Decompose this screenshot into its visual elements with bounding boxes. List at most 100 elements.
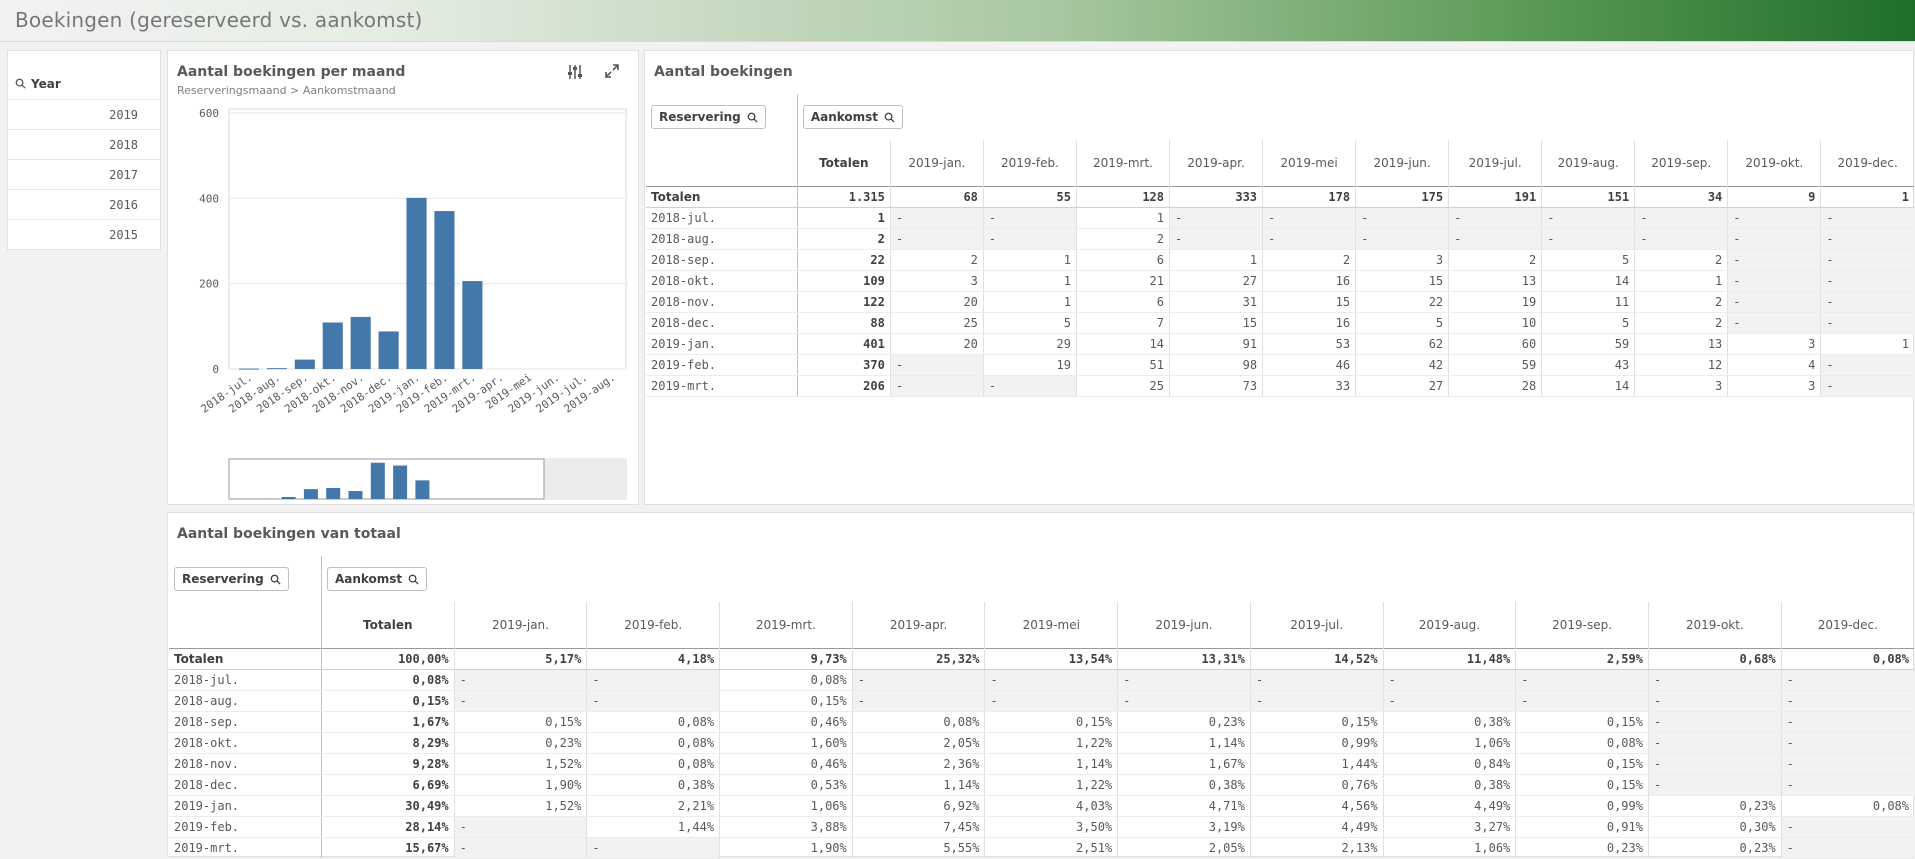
column-header[interactable]: 2019-apr. (1170, 140, 1263, 186)
table-cell: 0,15% (454, 711, 587, 732)
table-cell: 0,08% (852, 711, 985, 732)
table-cell: 0,99% (1250, 732, 1383, 753)
table-cell: 10 (1449, 312, 1542, 333)
table-cell: - (1781, 690, 1914, 711)
row-header[interactable]: 2018-sep. (646, 249, 797, 270)
totals-cell: 5,17% (454, 648, 587, 669)
column-header[interactable]: 2019-jun. (1118, 602, 1251, 648)
mini-bar (349, 491, 363, 499)
year-filter-item[interactable]: 2018 (8, 129, 160, 159)
column-header[interactable]: 2019-dec. (1821, 140, 1914, 186)
bar[interactable] (406, 198, 426, 369)
row-header[interactable]: 2018-aug. (169, 690, 321, 711)
row-header[interactable]: 2018-jul. (646, 207, 797, 228)
column-header[interactable]: 2019-mrt. (1076, 140, 1169, 186)
column-header[interactable]: 2019-feb. (587, 602, 720, 648)
column-header[interactable]: 2019-aug. (1383, 602, 1516, 648)
column-header[interactable]: 2019-mei (985, 602, 1118, 648)
table-cell: 14 (1542, 270, 1635, 291)
table-cell: 1 (1821, 333, 1914, 354)
table-row: 2018-okt.109312127161513141-- (646, 270, 1914, 291)
column-header[interactable]: 2019-sep. (1516, 602, 1649, 648)
row-header[interactable]: 2018-dec. (169, 774, 321, 795)
row-header[interactable]: 2018-aug. (646, 228, 797, 249)
year-filter-item[interactable]: 2017 (8, 159, 160, 189)
table-cell: 15 (1263, 291, 1356, 312)
table-row: 2018-nov.9,28%1,52%0,08%0,46%2,36%1,14%1… (169, 753, 1914, 774)
table-cell: 53 (1263, 333, 1356, 354)
column-header[interactable]: 2019-aug. (1542, 140, 1635, 186)
app-header: Boekingen (gereserveerd vs. aankomst) (0, 0, 1915, 42)
row-header[interactable]: 2018-okt. (169, 732, 321, 753)
row-header[interactable]: 2018-jul. (169, 669, 321, 690)
reservering-dimension-chip[interactable]: Reservering (651, 105, 766, 129)
column-header[interactable]: 2019-jul. (1250, 602, 1383, 648)
row-header[interactable]: 2018-okt. (646, 270, 797, 291)
table-cell: - (1383, 690, 1516, 711)
column-header[interactable]: 2019-mrt. (720, 602, 853, 648)
aankomst-dimension-chip[interactable]: Aankomst (327, 567, 427, 591)
column-header[interactable]: 2019-okt. (1728, 140, 1821, 186)
table-cell: 0,08% (587, 732, 720, 753)
column-header[interactable]: 2019-feb. (983, 140, 1076, 186)
row-total-cell: 30,49% (321, 795, 454, 816)
year-filter-item[interactable]: 2019 (8, 99, 160, 129)
bar-chart[interactable]: 60040020002018-jul.2018-aug.2018-sep.201… (168, 51, 640, 506)
year-filter-item[interactable]: 2016 (8, 189, 160, 219)
bar[interactable] (462, 281, 482, 369)
table-cell: 1 (1635, 270, 1728, 291)
column-header[interactable]: 2019-dec. (1781, 602, 1914, 648)
row-header[interactable]: 2018-nov. (646, 291, 797, 312)
bar[interactable] (323, 322, 343, 369)
row-header[interactable]: 2019-jan. (169, 795, 321, 816)
year-filter-header[interactable]: Year (8, 51, 160, 99)
column-header[interactable]: 2019-jan. (890, 140, 983, 186)
column-header[interactable]: 2019-sep. (1635, 140, 1728, 186)
year-filter-list: 20192018201720162015 (8, 99, 160, 249)
column-header[interactable]: 2019-okt. (1648, 602, 1781, 648)
table-cell: 1,44% (1250, 753, 1383, 774)
table-cell: 20 (890, 291, 983, 312)
column-header[interactable]: Totalen (797, 140, 890, 186)
table-cell: 0,23% (1516, 837, 1649, 858)
table-cell: 20 (890, 333, 983, 354)
row-header[interactable]: 2019-feb. (169, 816, 321, 837)
table-cell: - (1781, 774, 1914, 795)
year-filter-pane[interactable]: Year 20192018201720162015 (7, 50, 161, 250)
year-filter-item[interactable]: 2015 (8, 219, 160, 249)
bar[interactable] (351, 317, 371, 369)
table-cell: 6 (1076, 249, 1169, 270)
column-header[interactable]: 2019-jul. (1449, 140, 1542, 186)
column-header[interactable]: 2019-jun. (1356, 140, 1449, 186)
y-tick-label: 400 (199, 192, 219, 205)
table-cell: 4,03% (985, 795, 1118, 816)
column-header[interactable]: 2019-apr. (852, 602, 985, 648)
totals-cell: 151 (1542, 186, 1635, 207)
table-cell: 1,90% (720, 837, 853, 858)
row-header[interactable]: 2019-mrt. (169, 837, 321, 858)
bar[interactable] (267, 368, 287, 369)
column-header[interactable]: 2019-mei (1263, 140, 1356, 186)
bar[interactable] (295, 360, 315, 369)
row-header[interactable]: 2019-feb. (646, 354, 797, 375)
reservering-dimension-chip[interactable]: Reservering (174, 567, 289, 591)
table-cell: 4,56% (1250, 795, 1383, 816)
row-header[interactable]: 2018-nov. (169, 753, 321, 774)
bar[interactable] (379, 331, 399, 369)
column-header[interactable]: 2019-jan. (454, 602, 587, 648)
totals-cell: 128 (1076, 186, 1169, 207)
table-cell: 1,06% (720, 795, 853, 816)
column-header[interactable]: Totalen (321, 602, 454, 648)
row-header[interactable]: 2019-jan. (646, 333, 797, 354)
row-header[interactable]: 2018-sep. (169, 711, 321, 732)
bar[interactable] (434, 211, 454, 369)
table-cell: 1,14% (1118, 732, 1251, 753)
table-cell: - (454, 690, 587, 711)
row-header[interactable]: 2018-dec. (646, 312, 797, 333)
column-dimension-cell: Aankomst (321, 556, 1914, 602)
table-cell: 12 (1635, 354, 1728, 375)
row-total-cell: 1,67% (321, 711, 454, 732)
row-header[interactable]: 2019-mrt. (646, 375, 797, 396)
bar[interactable] (239, 369, 259, 370)
aankomst-dimension-chip[interactable]: Aankomst (803, 105, 903, 129)
